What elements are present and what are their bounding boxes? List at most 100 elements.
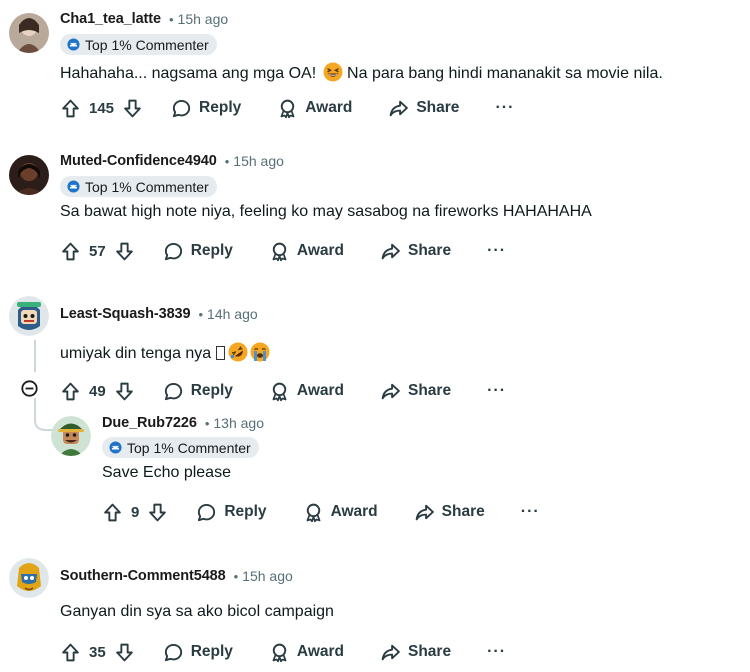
comment-meta: Muted-Confidence4940 • 15h ago [60, 153, 284, 169]
separator-dot: • [224, 153, 230, 169]
author-name[interactable]: Due_Rub7226 [102, 415, 197, 431]
reply-button[interactable]: Reply [163, 241, 233, 262]
share-icon [388, 98, 409, 119]
flair-badge-icon [109, 441, 122, 454]
more-options-button[interactable]: ··· [521, 503, 540, 521]
award-icon [269, 642, 290, 663]
vote-count: 9 [131, 503, 140, 521]
share-button[interactable]: Share [380, 381, 451, 402]
more-options-button[interactable]: ··· [487, 643, 506, 661]
avatar[interactable] [9, 155, 49, 195]
downvote-icon [114, 642, 135, 663]
share-button[interactable]: Share [388, 98, 459, 119]
collapse-thread-button[interactable] [21, 380, 38, 397]
award-icon [303, 502, 324, 523]
comment-actions: 57 Reply Award Share ··· [60, 235, 506, 267]
upvote-button[interactable] [60, 642, 81, 663]
vote-count: 145 [89, 99, 115, 117]
timestamp[interactable]: 13h ago [213, 415, 264, 431]
user-flair: Top 1% Commenter [102, 437, 259, 458]
timestamp[interactable]: 15h ago [242, 568, 293, 584]
award-button[interactable]: Award [269, 381, 344, 402]
share-icon [380, 381, 401, 402]
comment-meta: Least-Squash-3839 • 14h ago [60, 306, 258, 322]
downvote-button[interactable] [122, 98, 143, 119]
flair-badge-icon [67, 180, 80, 193]
author-name[interactable]: Muted-Confidence4940 [60, 153, 217, 169]
flair-label: Top 1% Commenter [85, 178, 209, 195]
share-button[interactable]: Share [380, 642, 451, 663]
upvote-button[interactable] [102, 502, 123, 523]
upvote-button[interactable] [60, 98, 81, 119]
timestamp[interactable]: 15h ago [178, 11, 229, 27]
award-button[interactable]: Award [277, 98, 352, 119]
downvote-icon [114, 381, 135, 402]
comment-body: umiyak din tenga nya [60, 342, 270, 363]
comment-actions: 9 Reply Award Share ··· [102, 496, 540, 528]
avatar[interactable] [9, 558, 49, 598]
reply-icon [163, 381, 184, 402]
author-name[interactable]: Cha1_tea_latte [60, 11, 161, 27]
award-icon [269, 241, 290, 262]
share-button[interactable]: Share [380, 241, 451, 262]
upvote-button[interactable] [60, 241, 81, 262]
reply-button[interactable]: Reply [196, 502, 267, 523]
share-icon [380, 241, 401, 262]
loudly-crying-face-icon [250, 342, 270, 362]
flair-badge-icon [67, 38, 80, 51]
author-name[interactable]: Southern-Comment5488 [60, 568, 226, 584]
missing-glyph [215, 346, 225, 360]
reply-button[interactable]: Reply [163, 642, 233, 663]
comment-meta: Cha1_tea_latte • 15h ago [60, 11, 228, 27]
award-button[interactable]: Award [269, 241, 344, 262]
comment-text: Hahahaha... nagsama ang mga OA! [60, 65, 321, 82]
comment-text: umiyak din tenga nya [60, 345, 216, 362]
vote-count: 35 [89, 643, 106, 661]
vote-count: 49 [89, 382, 106, 400]
downvote-icon [122, 98, 143, 119]
avatar[interactable] [9, 13, 49, 53]
downvote-button[interactable] [114, 642, 135, 663]
comment-body: Sa bawat high note niya, feeling ko may … [60, 203, 592, 220]
flair-label: Top 1% Commenter [85, 36, 209, 53]
reply-icon [196, 502, 217, 523]
award-button[interactable]: Award [303, 502, 378, 523]
share-icon [414, 502, 435, 523]
rolling-on-floor-laughing-face-icon [228, 342, 248, 362]
timestamp[interactable]: 15h ago [233, 153, 284, 169]
more-options-button[interactable]: ··· [487, 382, 506, 400]
timestamp[interactable]: 14h ago [207, 306, 258, 322]
downvote-button[interactable] [114, 241, 135, 262]
downvote-button[interactable] [114, 381, 135, 402]
separator-dot: • [233, 568, 239, 584]
comment-body: Hahahaha... nagsama ang mga OA! Na para … [60, 62, 663, 83]
award-button[interactable]: Award [269, 642, 344, 663]
thread-line[interactable] [34, 340, 36, 372]
reply-icon [163, 642, 184, 663]
upvote-icon [60, 381, 81, 402]
author-name[interactable]: Least-Squash-3839 [60, 306, 191, 322]
user-flair: Top 1% Commenter [60, 34, 217, 55]
more-options-button[interactable]: ··· [495, 99, 514, 117]
comment-actions: 49 Reply Award Share ··· [60, 375, 506, 407]
separator-dot: • [168, 11, 174, 27]
more-options-button[interactable]: ··· [487, 242, 506, 260]
reply-button[interactable]: Reply [171, 98, 241, 119]
comment-body: Save Echo please [102, 464, 231, 481]
share-button[interactable]: Share [414, 502, 485, 523]
avatar[interactable] [9, 296, 49, 336]
downvote-icon [147, 502, 168, 523]
reply-button[interactable]: Reply [163, 381, 233, 402]
upvote-icon [60, 241, 81, 262]
upvote-icon [60, 642, 81, 663]
upvote-icon [60, 98, 81, 119]
flair-label: Top 1% Commenter [127, 439, 251, 456]
downvote-button[interactable] [147, 502, 168, 523]
avatar[interactable] [51, 416, 91, 456]
reply-icon [171, 98, 192, 119]
comment-actions: 145 Reply Award Share ··· [60, 92, 514, 124]
comment-text-continued: Na para bang hindi mananakit sa movie ni… [342, 65, 663, 82]
separator-dot: • [204, 415, 210, 431]
upvote-button[interactable] [60, 381, 81, 402]
reply-icon [163, 241, 184, 262]
